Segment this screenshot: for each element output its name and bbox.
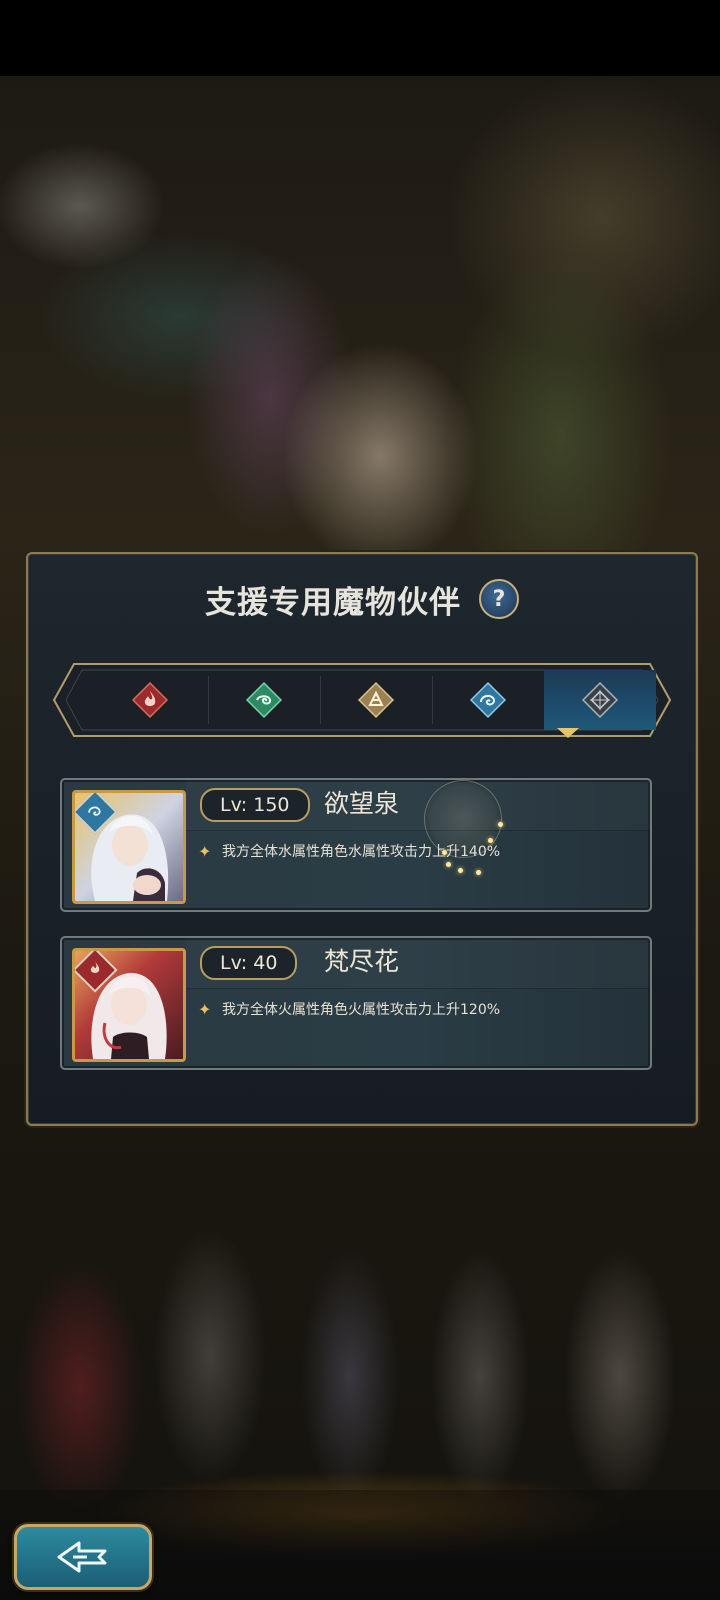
tab-fire[interactable] [94,670,206,730]
partner-portrait [72,790,186,904]
void-element-icon [581,681,619,719]
support-partner-panel: 支援专用魔物伙伴 ? Lv: 150 欲望泉 ✦ 我方全体水属性角色水属性攻击力… [26,552,698,1126]
earth-element-icon [357,681,395,719]
level-badge: Lv: 40 [200,946,298,980]
glow-orb-effect [424,780,502,858]
panel-header: 支援专用魔物伙伴 ? [28,574,696,624]
help-button[interactable]: ? [479,579,519,619]
partner-name: 梵尽花 [324,947,400,976]
water-element-icon [88,806,101,816]
partner-effect: 我方全体火属性角色火属性攻击力上升120% [222,1002,501,1018]
sparkle-dot [442,850,447,855]
sparkle-dot [488,838,493,843]
partner-card[interactable]: Lv: 40 梵尽花 ✦ 我方全体火属性角色火属性攻击力上升120% [60,936,652,1070]
tab-wind[interactable] [208,670,320,730]
water-element-icon [469,681,507,719]
tab-void[interactable] [544,670,656,730]
sparkle-dot [458,868,463,873]
sparkle-dot [446,862,451,867]
sparkle-dot [498,822,503,827]
sparkle-icon: ✦ [198,842,212,861]
tab-water[interactable] [432,670,544,730]
status-bar [0,0,720,76]
panel-title: 支援专用魔物伙伴 [205,584,461,621]
fire-element-icon [131,681,169,719]
fire-element-icon [90,961,100,973]
back-arrow-icon [57,1541,107,1573]
sparkle-dot [476,870,481,875]
selected-tab-indicator [557,728,579,738]
partner-portrait [72,948,186,1062]
back-button[interactable] [14,1524,152,1590]
question-icon: ? [492,586,506,612]
level-badge: Lv: 150 [200,788,310,822]
element-filter-tabs [52,662,672,738]
tab-earth[interactable] [320,670,432,730]
partner-name: 欲望泉 [324,789,400,818]
sparkle-icon: ✦ [198,1000,212,1019]
partner-card[interactable]: Lv: 150 欲望泉 ✦ 我方全体水属性角色水属性攻击力上升140% [60,778,652,912]
wind-element-icon [245,681,283,719]
